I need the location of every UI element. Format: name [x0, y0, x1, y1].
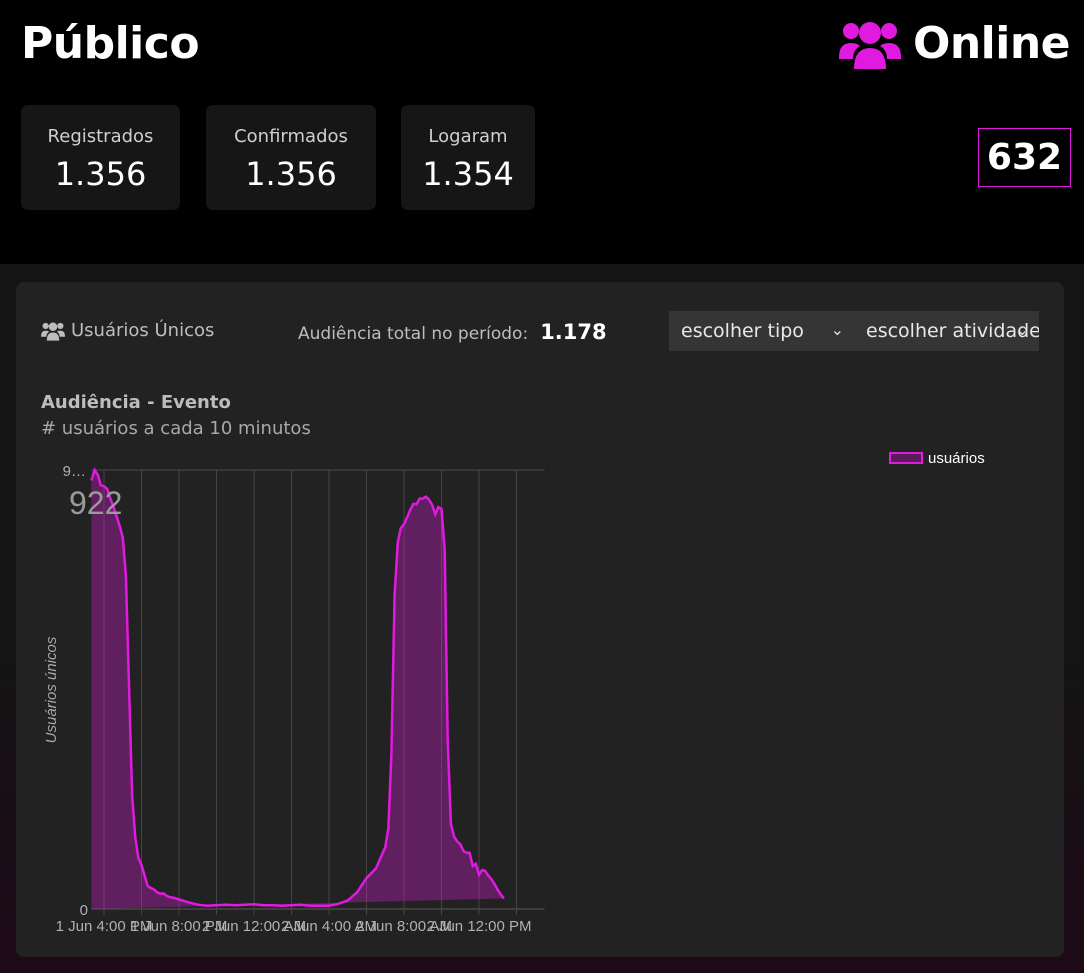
legend-swatch — [889, 452, 923, 464]
series-area-usuarios — [91, 470, 504, 909]
peak-label: 922 — [69, 485, 122, 521]
audience-chart: 1 Jun 4:00 PM1 Jun 8:00 PM2 Jun 12:00 AM… — [43, 450, 985, 935]
x-tick-labels: 1 Jun 4:00 PM1 Jun 8:00 PM2 Jun 12:00 AM… — [56, 918, 532, 935]
legend-label: usuários — [928, 450, 985, 467]
y-top-tick: 9… — [63, 463, 86, 480]
chart-grid — [91, 469, 545, 915]
x-tick-label: 2 Jun 12:00 PM — [426, 918, 531, 935]
y-zero-tick: 0 — [80, 902, 88, 919]
y-axis-label: Usuários únicos — [43, 636, 60, 743]
